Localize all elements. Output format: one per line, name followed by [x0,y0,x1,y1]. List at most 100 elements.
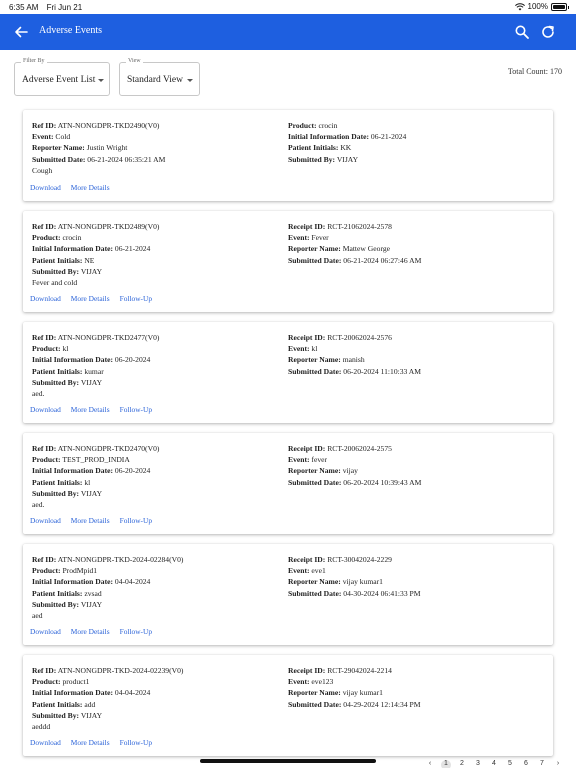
pagination: ‹ 1 2 3 4 5 6 7 › [425,760,563,768]
follow-up-link[interactable]: Follow-Up [120,405,152,414]
follow-up-link[interactable]: Follow-Up [120,738,152,747]
field-value: eve123 [311,677,334,687]
card-field: Patient Initials: KK [288,142,406,153]
card-field: Event: eve123 [288,676,421,687]
field-value: crocin [62,233,82,243]
field-label: Submitted By: [32,377,80,387]
card-field: Receipt ID: RCT-30042024-2229 [288,554,421,565]
card-field: Initial Information Date: 06-20-2024 [32,465,159,476]
card-field: Submitted Date: 04-29-2024 12:14:34 PM [288,699,421,710]
field-value: zvsad [84,588,102,598]
field-label: Patient Initials: [32,255,83,265]
field-label: Initial Information Date: [288,132,369,142]
pagination-page-button[interactable]: 4 [489,760,499,768]
download-link[interactable]: Download [30,294,61,303]
field-label: Product: [32,677,61,687]
field-value: RCT-30042024-2229 [327,555,392,564]
more-details-link[interactable]: More Details [71,183,110,192]
card-field: Product: crocin [32,232,159,243]
field-label: Submitted By: [32,488,80,498]
status-left: 6:35 AM Fri Jun 21 [9,3,88,12]
card-field: Patient Initials: NE [32,255,159,266]
field-label: Submitted By: [32,266,80,276]
field-value: crocin [318,121,338,130]
search-icon[interactable] [514,24,530,40]
card-field: Ref ID: ATN-NONGDPR-TKD2477(V0) [32,332,159,343]
status-date: Fri Jun 21 [46,3,83,12]
card-field: Product: kl [32,343,159,354]
field-value: 04-30-2024 06:41:33 PM [343,588,421,598]
back-arrow-icon[interactable] [12,23,30,41]
field-value: ATN-NONGDPR-TKD2490(V0) [57,121,160,130]
pagination-page-button[interactable]: 3 [473,760,483,768]
card-column-left: Ref ID: ATN-NONGDPR-TKD2477(V0) Product: … [32,332,159,399]
card-field: Initial Information Date: 06-21-2024 [32,243,159,254]
pagination-prev-button[interactable]: ‹ [425,760,435,768]
more-details-link[interactable]: More Details [71,738,110,747]
wifi-icon [514,2,525,10]
card-column-left: Ref ID: ATN-NONGDPR-TKD2489(V0) Product: … [32,221,159,288]
card-field: Reporter Name: vijay [288,465,421,476]
more-details-link[interactable]: More Details [71,516,110,525]
card-column-right: Product: crocin Initial Information Date:… [288,120,406,165]
download-link[interactable]: Download [30,738,61,747]
more-details-link[interactable]: More Details [71,627,110,636]
field-label: Submitted By: [32,599,80,609]
card-field: Receipt ID: RCT-21062024-2578 [288,221,421,232]
card-field: Event: Fever [288,232,421,243]
field-value: ATN-NONGDPR-TKD2477(V0) [57,333,160,342]
filter-by-value: Adverse Event List [22,75,96,85]
filter-by-select[interactable]: Filter By Adverse Event List [14,58,110,96]
battery-icon [551,2,569,11]
follow-up-link[interactable]: Follow-Up [120,516,152,525]
field-label: Patient Initials: [32,366,83,376]
card-field: Initial Information Date: 06-21-2024 [288,131,406,142]
field-label: Submitted Date: [32,154,86,164]
pagination-page-button[interactable]: 1 [441,760,451,768]
field-label: Ref ID: [32,555,57,564]
field-value: aed. [32,389,45,399]
more-details-link[interactable]: More Details [71,405,110,414]
field-label: Patient Initials: [32,588,83,598]
refresh-icon[interactable] [540,24,556,40]
pagination-page-button[interactable]: 5 [505,760,515,768]
follow-up-link[interactable]: Follow-Up [120,627,152,636]
field-label: Reporter Name: [288,688,341,698]
card-field: Initial Information Date: 06-20-2024 [32,354,159,365]
view-legend: View [126,58,143,64]
field-label: Reporter Name: [288,577,341,587]
field-value: eve1 [311,566,326,576]
pagination-next-button[interactable]: › [553,760,563,768]
card-field: Reporter Name: manish [288,354,421,365]
download-link[interactable]: Download [30,516,61,525]
field-value: Cough [32,165,53,175]
field-label: Event: [288,233,310,243]
card-actions: Download More Details Follow-Up [30,294,152,303]
follow-up-link[interactable]: Follow-Up [120,294,152,303]
download-link[interactable]: Download [30,405,61,414]
field-label: Receipt ID: [288,333,326,342]
download-link[interactable]: Download [30,627,61,636]
pagination-page-button[interactable]: 6 [521,760,531,768]
field-value: ATN-NONGDPR-TKD2470(V0) [57,444,160,453]
field-label: Ref ID: [32,121,57,130]
field-label: Submitted Date: [288,699,342,709]
more-details-link[interactable]: More Details [71,294,110,303]
card-field: Reporter Name: vijay kumar1 [288,576,421,587]
field-value: 06-21-2024 06:35:21 AM [87,154,166,164]
pagination-page-button[interactable]: 2 [457,760,467,768]
field-label: Reporter Name: [288,355,341,365]
field-label: Event: [288,344,310,354]
field-value: vijay kumar1 [342,577,383,587]
card-field: Submitted By: VIJAY [32,599,183,610]
field-label: Initial Information Date: [32,688,113,698]
field-label: Submitted Date: [288,255,342,265]
download-link[interactable]: Download [30,183,61,192]
field-label: Product: [32,233,61,243]
view-select[interactable]: View Standard View [119,58,200,96]
field-label: Submitted Date: [288,477,342,487]
card-column-left: Ref ID: ATN-NONGDPR-TKD2470(V0) Product: … [32,443,159,510]
pagination-page-button[interactable]: 7 [537,760,547,768]
card-field: Event: fever [288,454,421,465]
field-value: product1 [62,677,90,687]
